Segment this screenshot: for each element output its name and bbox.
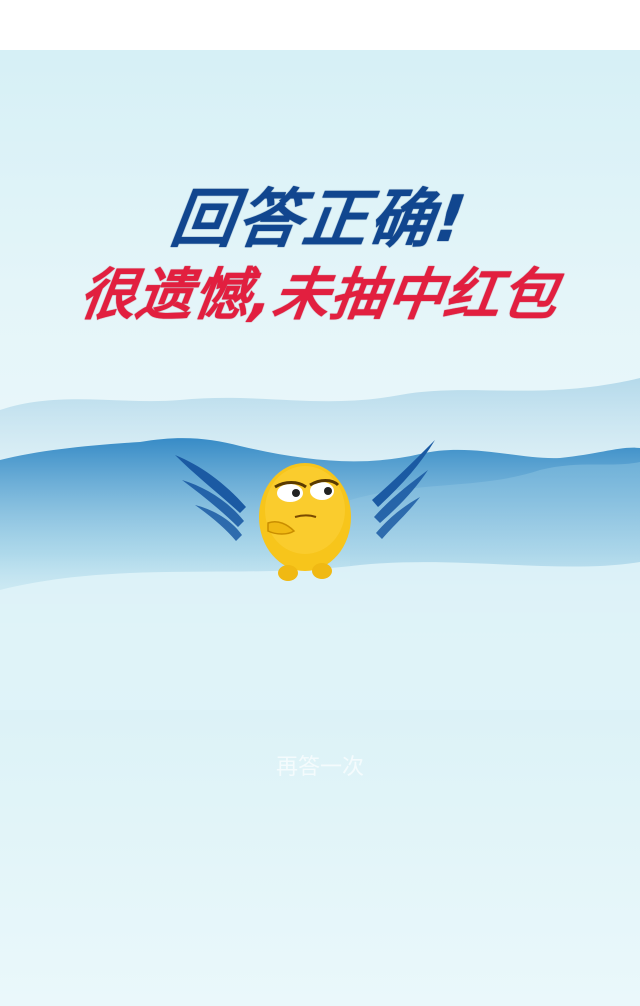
subline-no-prize: 很遗憾,未抽中红包 [75, 263, 564, 328]
top-bar [0, 0, 640, 50]
result-page: 回答正确! 很遗憾,未抽中红包 再答一次 [0, 0, 640, 1006]
winged-thinking-character-icon [175, 440, 435, 581]
retry-button[interactable]: 再答一次 [245, 743, 395, 793]
headline-correct: 回答正确! [166, 183, 472, 257]
background-scene: 回答正确! 很遗憾,未抽中红包 再答一次 [0, 50, 640, 1006]
